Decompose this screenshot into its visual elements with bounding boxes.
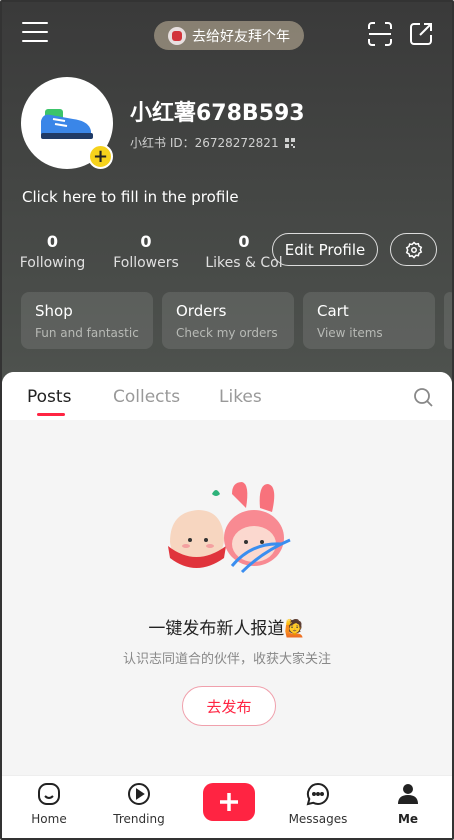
empty-state-subtitle: 认识志同道合的伙伴，收获大家关注 — [122, 652, 331, 667]
card-subtitle: Check my orders — [176, 326, 278, 340]
nav-messages-label: Messages — [288, 812, 348, 826]
user-id-label: 小红书 ID：26728272821 — [130, 136, 279, 150]
nav-messages[interactable]: Messages — [283, 782, 353, 826]
red-envelope-icon — [168, 26, 186, 45]
card-title: Cart — [317, 302, 349, 320]
bio-prompt[interactable]: Click here to fill in the profile — [22, 188, 239, 206]
scan-icon[interactable] — [367, 21, 393, 47]
promo-pill-label: 去给好友拜个年 — [192, 28, 290, 45]
orders-card[interactable]: Orders Check my orders — [162, 292, 294, 349]
new-user-illustration — [168, 482, 291, 574]
person-icon — [398, 784, 418, 804]
play-icon — [128, 783, 150, 805]
nav-home[interactable]: Home — [14, 782, 84, 826]
more-card[interactable] — [444, 292, 452, 349]
stat-following[interactable]: 0 Following — [19, 232, 86, 271]
shop-card[interactable]: Shop Fun and fantastic — [21, 292, 153, 349]
chat-bubble-icon — [306, 782, 329, 806]
content-tabs: Posts Collects Likes — [2, 372, 452, 420]
qr-code-icon[interactable] — [284, 137, 295, 148]
menu-icon[interactable] — [22, 22, 48, 46]
bottom-navigation: Home Trending Messages Me — [2, 775, 452, 838]
phone-screen: 去给好友拜个年 + 小红薯678B593 小红书 ID：26728272821 — [0, 0, 454, 840]
tab-likes[interactable]: Likes — [219, 387, 262, 407]
add-avatar-button[interactable]: + — [88, 144, 113, 169]
stat-label: Likes & Col — [205, 255, 283, 271]
nav-me[interactable]: Me — [373, 782, 443, 826]
cart-card[interactable]: Cart View items — [303, 292, 435, 349]
card-title: Shop — [35, 302, 73, 320]
shortcut-cards: Shop Fun and fantastic Orders Check my o… — [21, 292, 452, 349]
user-id: 小红书 ID：26728272821 — [130, 134, 295, 151]
sneaker-avatar-icon — [41, 109, 93, 139]
nav-home-label: Home — [31, 812, 67, 826]
create-post-button[interactable] — [203, 783, 255, 821]
tab-posts[interactable]: Posts — [27, 387, 71, 407]
search-icon[interactable] — [413, 387, 433, 407]
publish-button[interactable]: 去发布 — [182, 686, 276, 726]
new-year-greeting-button[interactable]: 去给好友拜个年 — [154, 21, 304, 50]
plus-icon — [220, 793, 238, 811]
stat-value: 0 — [238, 232, 250, 251]
content-panel: Posts Collects Likes 一键发布新人报道🙋 认识志同道合的伙伴… — [2, 372, 452, 775]
nav-trending-label: Trending — [113, 812, 165, 826]
nav-trending[interactable]: Trending — [104, 782, 174, 826]
gear-icon — [405, 240, 422, 259]
card-subtitle: Fun and fantastic — [35, 326, 139, 340]
edit-profile-button[interactable]: Edit Profile — [272, 233, 378, 266]
tab-collects[interactable]: Collects — [113, 387, 180, 407]
stat-label: Following — [19, 255, 86, 271]
profile-header: 去给好友拜个年 + 小红薯678B593 小红书 ID：26728272821 — [2, 2, 452, 372]
stat-label: Followers — [113, 255, 179, 271]
nav-me-label: Me — [397, 812, 419, 826]
card-subtitle: View items — [317, 326, 383, 340]
stat-followers[interactable]: 0 Followers — [102, 232, 190, 271]
stat-value: 0 — [46, 232, 59, 251]
share-icon[interactable] — [408, 21, 434, 47]
stats-row: 0 Following 0 Followers 0 Likes & Col — [19, 232, 284, 271]
settings-button[interactable] — [390, 233, 437, 266]
card-title: Orders — [176, 302, 227, 320]
stat-value: 0 — [140, 232, 152, 251]
empty-state-title: 一键发布新人报道🙋 — [148, 619, 306, 639]
active-tab-indicator — [37, 413, 65, 416]
home-icon — [38, 783, 60, 805]
username: 小红薯678B593 — [130, 101, 305, 126]
